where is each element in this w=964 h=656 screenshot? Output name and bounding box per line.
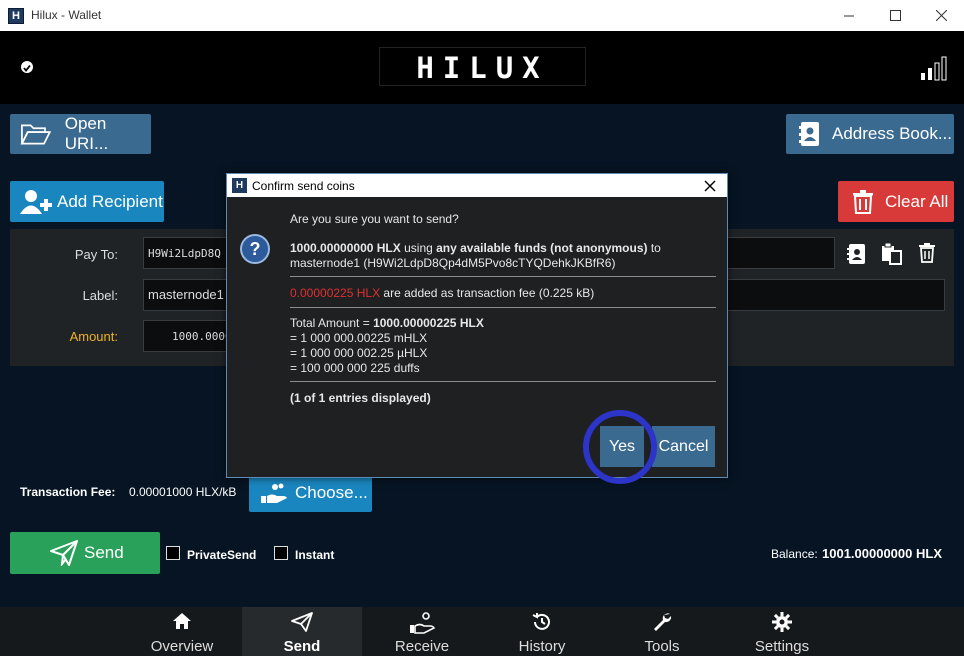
tab-settings-label: Settings: [754, 638, 810, 655]
divider: [290, 276, 716, 277]
amount-label: Amount:: [69, 329, 118, 344]
click-highlight-circle: [583, 410, 657, 484]
funds-source: any available funds (not anonymous): [436, 241, 648, 255]
home-icon: [173, 613, 191, 629]
bottom-navigation: Overview Send Receive History Tools Sett…: [0, 607, 964, 656]
total-duffs: = 100 000 000 225 duffs: [290, 361, 420, 375]
minimize-button[interactable]: [826, 0, 872, 31]
fee-text: are added as transaction fee (0.225 kB): [380, 286, 595, 300]
tab-overview-label: Overview: [150, 638, 214, 655]
maximize-button[interactable]: [872, 0, 918, 31]
logo-text: HILUX: [416, 51, 549, 85]
send-amount: 1000.00000000 HLX: [290, 241, 401, 255]
divider: [290, 307, 716, 308]
clear-all-label: Clear All: [885, 191, 949, 211]
paper-plane-icon: [50, 540, 78, 566]
open-uri-button[interactable]: Open URI...: [10, 114, 151, 154]
instant-label: Instant: [295, 548, 335, 562]
add-recipient-button[interactable]: Add Recipient: [10, 181, 164, 222]
dialog-close-icon[interactable]: [701, 177, 719, 195]
add-recipient-label: Add Recipient: [57, 191, 163, 211]
balance-label: Balance:: [771, 547, 818, 561]
cancel-button[interactable]: Cancel: [652, 426, 715, 467]
dialog-question: Are you sure you want to send?: [290, 212, 459, 226]
sync-status-icon[interactable]: [21, 61, 33, 73]
history-icon: [532, 613, 550, 630]
dialog-titlebar: H Confirm send coins: [227, 174, 727, 197]
send-label: Send: [84, 543, 124, 562]
close-icon: [935, 10, 947, 21]
folder-open-icon: [20, 124, 51, 145]
connection-signal-icon[interactable]: [920, 55, 950, 81]
add-user-icon: [20, 189, 52, 214]
tab-history[interactable]: History: [482, 607, 602, 656]
app-icon: H: [8, 8, 24, 24]
tab-receive-label: Receive: [394, 638, 450, 655]
close-button[interactable]: [918, 0, 964, 31]
tab-settings[interactable]: Settings: [722, 607, 842, 656]
address-book-icon[interactable]: [847, 244, 865, 264]
trash-icon: [853, 189, 873, 214]
tab-history-label: History: [518, 638, 566, 655]
fee-amount: 0.00000225 HLX: [290, 286, 381, 300]
total-prefix: Total Amount =: [290, 316, 374, 330]
dialog-app-icon: H: [232, 178, 247, 193]
send-button[interactable]: Send: [10, 532, 160, 574]
tab-tools-label: Tools: [644, 638, 680, 655]
gear-icon: [772, 612, 792, 632]
dialog-total: Total Amount = 1000.00000225 HLX = 1 000…: [290, 316, 484, 376]
address-book-label: Address Book...: [832, 124, 953, 143]
open-uri-label: Open URI...: [64, 114, 109, 153]
choose-fee-label: Choose...: [295, 483, 368, 502]
pay-to-label: Pay To:: [74, 247, 118, 262]
maximize-icon: [889, 10, 901, 21]
label-label: Label:: [82, 288, 118, 303]
send-icon: [291, 612, 313, 632]
total-uhlx: = 1 000 000 002.25 µHLX: [290, 346, 428, 360]
transaction-fee-value: 0.00001000 HLX/kB: [129, 485, 237, 499]
transaction-fee-label: Transaction Fee:: [20, 485, 116, 499]
wrench-icon: [654, 613, 672, 631]
tab-receive[interactable]: Receive: [362, 607, 482, 656]
dialog-title: Confirm send coins: [252, 179, 355, 193]
paste-icon[interactable]: [881, 243, 903, 265]
privatesend-checkbox[interactable]: [166, 546, 180, 560]
privatesend-label: PrivateSend: [187, 548, 257, 562]
clear-all-button[interactable]: Clear All: [838, 181, 954, 222]
delete-recipient-icon[interactable]: [919, 243, 935, 263]
instant-checkbox[interactable]: [274, 546, 288, 560]
using-text: using: [400, 241, 437, 255]
to-text: to: [647, 241, 661, 255]
question-icon: ?: [240, 234, 270, 264]
address-book-button[interactable]: Address Book...: [786, 114, 954, 154]
hand-coins-icon: [261, 483, 287, 503]
total-amount: 1000.00000225 HLX: [373, 316, 484, 330]
entries-displayed: (1 of 1 entries displayed): [290, 391, 431, 405]
tab-tools[interactable]: Tools: [602, 607, 722, 656]
tab-send-label: Send: [283, 638, 321, 655]
total-mhlx: = 1 000 000.00225 mHLX: [290, 331, 428, 345]
window-title: Hilux - Wallet: [31, 8, 102, 22]
choose-fee-button[interactable]: Choose...: [249, 474, 372, 512]
address-book-icon: [799, 122, 819, 146]
recipient-line: masternode1 (H9Wi2LdpD8Qp4dM5Pvo8cTYQDeh…: [290, 256, 616, 270]
minimize-icon: [843, 15, 854, 17]
dialog-send-summary: 1000.00000000 HLX using any available fu…: [290, 241, 710, 271]
window-titlebar: H Hilux - Wallet: [0, 0, 964, 31]
balance-value: 1001.00000000 HLX: [822, 546, 942, 561]
dialog-fee-line: 0.00000225 HLX are added as transaction …: [290, 286, 594, 301]
receive-icon: [410, 612, 435, 634]
hilux-logo: HILUX: [379, 47, 586, 86]
tab-overview[interactable]: Overview: [122, 607, 242, 656]
divider: [290, 381, 716, 382]
tab-send[interactable]: Send: [242, 607, 362, 656]
